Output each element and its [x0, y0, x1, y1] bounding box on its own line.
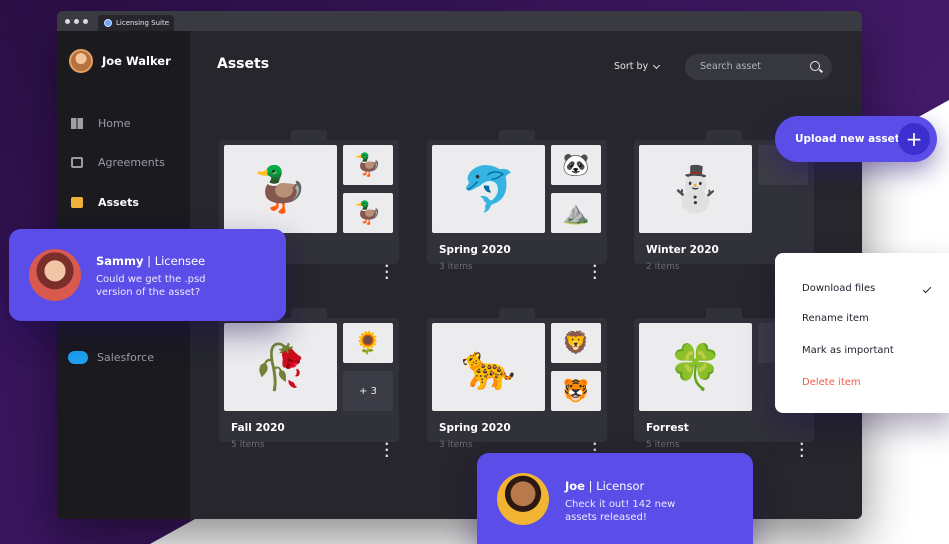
- more-options-icon[interactable]: ···: [384, 438, 389, 462]
- asset-thumbnail-small: 🐼: [551, 145, 601, 185]
- card-title: Spring 2020: [439, 422, 511, 434]
- app-logo-icon: [104, 19, 112, 27]
- page-title: Assets: [217, 56, 270, 72]
- minimize-dot[interactable]: [74, 19, 79, 24]
- sidebar-item-salesforce[interactable]: Salesforce: [68, 351, 154, 364]
- card-title: Forrest: [646, 422, 689, 434]
- chat-bubble-joe[interactable]: Joe | Licensor Check it out! 142 new ass…: [477, 453, 753, 544]
- asset-thumbnail-small: 🐯: [551, 371, 601, 411]
- handshake-icon: [71, 157, 83, 168]
- chat-bubble-sammy[interactable]: Sammy | Licensee Could we get the .psd v…: [9, 229, 286, 321]
- chevron-down-icon: [653, 61, 661, 69]
- search-input[interactable]: Search asset: [685, 54, 832, 80]
- asset-thumbnail: 🐆: [432, 323, 545, 411]
- asset-folder-card[interactable]: 🥀 🌻 + 3 Fall 2020 5 items · · ·: [219, 308, 399, 462]
- upload-new-asset-button[interactable]: Upload new asset +: [775, 116, 937, 162]
- more-items-badge[interactable]: + 3: [343, 371, 393, 411]
- window-controls[interactable]: [57, 19, 98, 31]
- user-name: Joe Walker: [102, 54, 171, 68]
- card-item-count: 5 items: [231, 440, 265, 450]
- menu-item-mark-important[interactable]: Mark as important: [802, 345, 894, 356]
- asset-folder-card[interactable]: 🐆 🦁 🐯 Spring 2020 3 items ···: [427, 308, 607, 462]
- home-icon: [71, 118, 83, 129]
- salesforce-cloud-icon: [68, 351, 88, 364]
- sidebar-item-agreements[interactable]: Agreements: [71, 156, 165, 169]
- card-item-count: 5 items: [646, 440, 680, 450]
- asset-thumbnail: 🦆: [224, 145, 337, 233]
- more-options-icon[interactable]: ···: [592, 260, 597, 284]
- sort-dropdown[interactable]: Sort by: [614, 61, 661, 72]
- folder-icon: [71, 197, 83, 208]
- card-title: Spring 2020: [439, 244, 511, 256]
- asset-thumbnail-small: 🦆: [343, 145, 393, 185]
- menu-item-rename-item[interactable]: Rename item: [802, 313, 869, 324]
- asset-thumbnail-small: 🌻: [343, 323, 393, 363]
- asset-thumbnail: 🐬: [432, 145, 545, 233]
- more-options-icon[interactable]: ···: [799, 438, 804, 462]
- asset-thumbnail-small: ⛰️: [551, 193, 601, 233]
- card-item-count: 2 items: [646, 262, 680, 272]
- asset-thumbnail: ⛄: [639, 145, 752, 233]
- card-title: Winter 2020: [646, 244, 719, 256]
- chat-sender: Joe | Licensor: [565, 479, 645, 493]
- avatar: [497, 473, 549, 525]
- tab-title: Licensing Suite: [116, 19, 170, 27]
- card-item-count: 3 items: [439, 262, 473, 272]
- chat-sender: Sammy | Licensee: [96, 254, 206, 268]
- close-dot[interactable]: [65, 19, 70, 24]
- avatar: [69, 49, 93, 73]
- menu-item-delete-item[interactable]: Delete item: [802, 377, 861, 388]
- browser-tab[interactable]: Licensing Suite: [98, 15, 174, 31]
- card-item-count: 3 items: [439, 440, 473, 450]
- card-title: Fall 2020: [231, 422, 285, 434]
- title-bar: Licensing Suite: [57, 11, 862, 31]
- search-icon[interactable]: [810, 61, 820, 71]
- checkmark-icon: [922, 284, 932, 294]
- menu-item-download-files[interactable]: Download files: [802, 283, 875, 294]
- user-profile[interactable]: Joe Walker: [69, 49, 171, 73]
- plus-icon: +: [898, 123, 930, 155]
- sidebar-item-home[interactable]: Home: [71, 117, 130, 130]
- asset-thumbnail-small: 🦆: [343, 193, 393, 233]
- avatar: [29, 249, 81, 301]
- zoom-dot[interactable]: [83, 19, 88, 24]
- context-menu: Download files Rename item Mark as impor…: [775, 253, 949, 413]
- chat-message: Could we get the .psd version of the ass…: [96, 274, 206, 298]
- asset-thumbnail-small: 🦁: [551, 323, 601, 363]
- sidebar-item-assets[interactable]: Assets: [71, 196, 139, 209]
- more-options-icon[interactable]: ···: [384, 260, 389, 284]
- asset-thumbnail: 🍀: [639, 323, 752, 411]
- asset-folder-card[interactable]: 🐬 🐼 ⛰️ Spring 2020 3 items · · ·: [427, 130, 607, 284]
- chat-message: Check it out! 142 new assets released!: [565, 499, 676, 523]
- asset-thumbnail: 🥀: [224, 323, 337, 411]
